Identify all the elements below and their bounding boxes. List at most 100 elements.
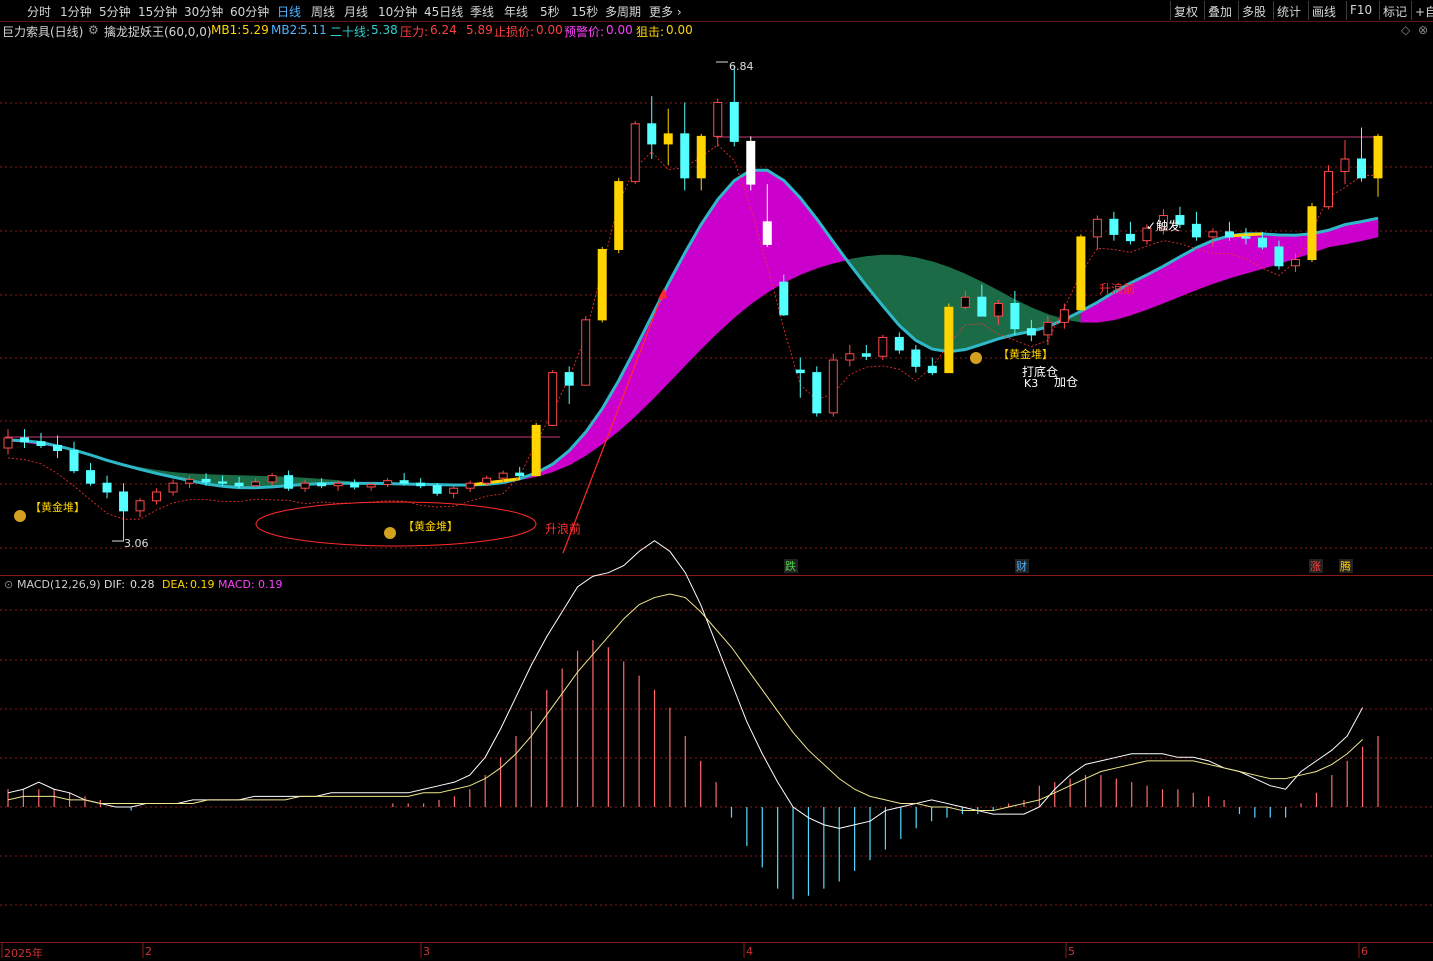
signal-label: 涨 xyxy=(1310,560,1321,573)
candle-body xyxy=(219,482,227,483)
consolidation-ellipse xyxy=(256,502,536,546)
candle-body xyxy=(961,297,969,307)
candle-body xyxy=(334,483,342,486)
rising-arrow xyxy=(563,290,664,553)
candle-body xyxy=(945,307,953,372)
candle-body xyxy=(1275,247,1283,266)
ribbon-segment xyxy=(619,349,636,431)
candle-body xyxy=(631,124,639,182)
macd-label: MACD: xyxy=(218,578,255,591)
k3-label: K3 xyxy=(1024,377,1038,390)
candle-body xyxy=(978,297,986,316)
low-price-label: 3.06 xyxy=(124,537,149,550)
golden-pile-label: 【黄金堆】 xyxy=(998,347,1053,361)
candle-body xyxy=(1093,219,1101,237)
candle-body xyxy=(763,222,771,245)
candle-body xyxy=(1110,219,1118,234)
ribbon-segment xyxy=(668,253,685,383)
candle-body xyxy=(1291,260,1299,266)
candle-body xyxy=(1027,329,1035,335)
signal-label: 腾 xyxy=(1340,559,1351,573)
ribbon-segment xyxy=(718,181,735,333)
candle-body xyxy=(928,366,936,372)
candle-body xyxy=(796,370,804,373)
candle-body xyxy=(153,492,161,501)
golden-pile-label: 【黄金堆】 xyxy=(403,519,458,533)
candle-body xyxy=(1374,136,1382,177)
candle-body xyxy=(37,442,45,446)
dif-label: DIF: xyxy=(104,578,125,591)
date-tick: 3 xyxy=(423,945,430,958)
candle-body xyxy=(582,320,590,385)
candle-body xyxy=(169,483,177,492)
dif-value: 0.28 xyxy=(130,578,155,591)
candle-body xyxy=(549,373,557,426)
macd-value: 0.19 xyxy=(258,578,283,591)
candle-body xyxy=(400,481,408,484)
candle-body xyxy=(499,473,507,478)
candle-body xyxy=(813,373,821,413)
candle-body xyxy=(384,481,392,485)
date-tick: 4 xyxy=(746,945,753,958)
ribbon-segment xyxy=(916,258,933,349)
candle-body xyxy=(730,102,738,141)
candle-body xyxy=(120,492,128,511)
macd-settings-icon: ⊙ xyxy=(4,578,13,591)
candle-body xyxy=(136,501,144,511)
ribbon-segment xyxy=(1213,236,1230,284)
candle-body xyxy=(70,451,78,471)
candle-body xyxy=(1192,224,1200,237)
candle-body xyxy=(697,136,705,177)
rise-wave-label: 升浪前 xyxy=(1099,281,1135,296)
candle-body xyxy=(912,350,920,366)
signal-label: 财 xyxy=(1016,559,1027,573)
signal-label: 跌 xyxy=(785,559,796,573)
candle-body xyxy=(598,249,606,319)
date-tick: 6 xyxy=(1361,945,1368,958)
ribbon-segment xyxy=(602,381,619,445)
price-chart-area[interactable]: 6.843.06【黄金堆】【黄金堆】【黄金堆】升浪前升浪前打底仓K3加仓✓触发跌… xyxy=(0,0,1433,958)
candle-body xyxy=(433,486,441,494)
candle-body xyxy=(747,141,755,184)
candle-body xyxy=(417,483,425,486)
ribbon-segment xyxy=(817,219,834,268)
candle-body xyxy=(1341,159,1349,172)
money-bag-icon xyxy=(14,510,26,522)
candle-body xyxy=(483,478,491,483)
candle-body xyxy=(54,445,62,450)
candle-body xyxy=(1258,238,1266,247)
golden-pile-label: 【黄金堆】 xyxy=(30,500,85,514)
candle-body xyxy=(351,483,359,487)
candle-body xyxy=(879,337,887,356)
high-price-label: 6.84 xyxy=(729,60,754,73)
candle-body xyxy=(1242,237,1250,238)
candle-body xyxy=(516,473,524,476)
candle-body xyxy=(714,102,722,136)
macd-title: MACD(12,26,9) xyxy=(17,578,101,591)
candle-body xyxy=(532,425,540,475)
candle-body xyxy=(235,483,243,486)
candle-body xyxy=(829,360,837,413)
candle-body xyxy=(87,471,95,484)
candle-body xyxy=(780,282,788,315)
candle-body xyxy=(1126,234,1134,240)
candle-body xyxy=(301,483,309,488)
ribbon-segment xyxy=(866,255,883,306)
candle-body xyxy=(1357,159,1365,178)
candle-body xyxy=(4,438,12,448)
candle-body xyxy=(681,134,689,178)
money-bag-icon xyxy=(970,352,982,364)
candle-body xyxy=(664,134,672,144)
candle-body xyxy=(862,354,870,357)
money-bag-icon xyxy=(384,527,396,539)
candle-body xyxy=(1308,207,1316,260)
add-position-label: 加仓 xyxy=(1054,375,1078,389)
trigger-label: ✓触发 xyxy=(1146,218,1180,233)
candle-body xyxy=(1225,232,1233,237)
candle-body xyxy=(252,482,260,486)
candle-body xyxy=(1209,232,1217,237)
candle-body xyxy=(450,488,458,493)
candle-body xyxy=(994,304,1002,317)
candle-body xyxy=(367,484,375,487)
date-tick: 5 xyxy=(1068,945,1075,958)
